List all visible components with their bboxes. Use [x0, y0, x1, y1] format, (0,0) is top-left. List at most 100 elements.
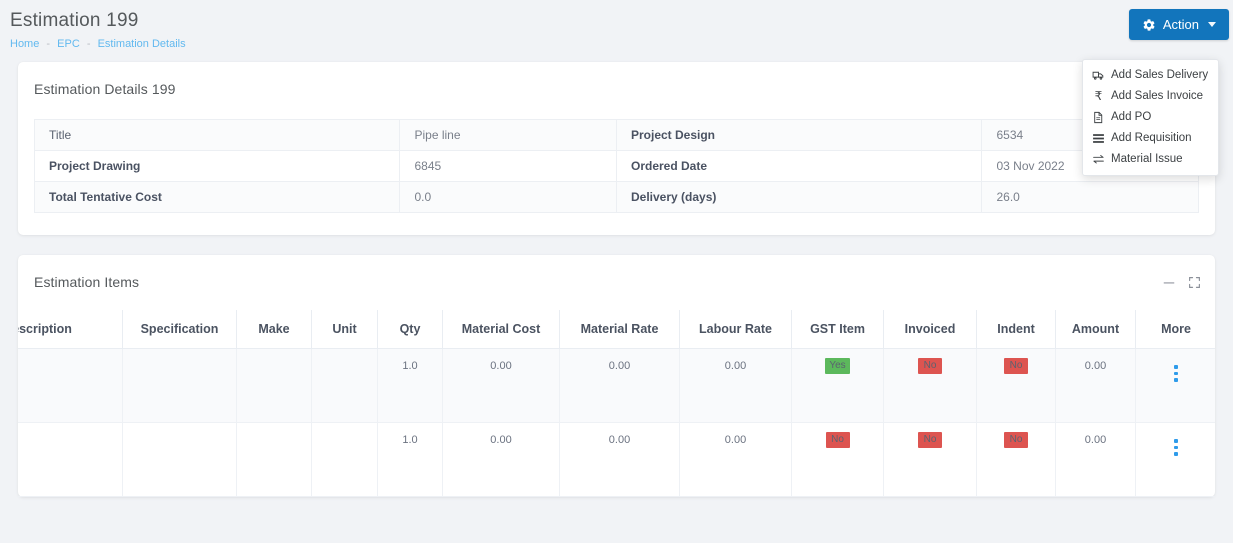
- estimation-items-scroll[interactable]: Description Specification Make Unit Qty …: [18, 310, 1215, 497]
- cell-indent: No: [976, 421, 1056, 497]
- page-title: Estimation 199: [10, 10, 139, 31]
- list-stack-icon: [1092, 132, 1105, 145]
- column-header-more[interactable]: More: [1135, 310, 1215, 349]
- breadcrumb-separator: -: [86, 38, 91, 50]
- expand-icon[interactable]: [1188, 276, 1201, 289]
- cell-description: Elbow: [18, 421, 123, 497]
- table-row: Project Drawing 6845 Ordered Date 03 Nov…: [33, 150, 1199, 182]
- menu-item-label: Add Sales Delivery: [1111, 69, 1209, 81]
- cell-material-cost: 0.00: [442, 347, 560, 423]
- action-menu-container: Action Add Sales Delivery ₹ Add Sales In…: [1082, 9, 1229, 176]
- kebab-menu-icon[interactable]: [1174, 439, 1178, 456]
- breadcrumb-item-estimation-details[interactable]: Estimation Details: [98, 38, 186, 50]
- column-header-amount[interactable]: Amount: [1055, 310, 1136, 349]
- column-header-unit[interactable]: Unit: [311, 310, 378, 349]
- cell-unit: [311, 347, 378, 423]
- status-badge: No: [918, 357, 942, 374]
- menu-item-label: Add Requisition: [1111, 132, 1192, 144]
- column-header-qty[interactable]: Qty: [377, 310, 443, 349]
- cell-description: Pipe: [18, 347, 123, 423]
- page-header: Estimation 199 Home - EPC - Estimation D…: [0, 0, 1233, 176]
- breadcrumb-item-home[interactable]: Home: [10, 38, 39, 50]
- column-header-make[interactable]: Make: [236, 310, 312, 349]
- estimation-items-card: Estimation Items Descri: [18, 255, 1215, 497]
- gear-icon: [1142, 18, 1156, 32]
- kebab-menu-icon[interactable]: [1174, 365, 1178, 382]
- cell-labour-rate: 0.00: [679, 347, 792, 423]
- detail-value-total-tentative-cost: 0.0: [399, 181, 617, 213]
- menu-item-add-sales-delivery[interactable]: Add Sales Delivery: [1083, 65, 1218, 86]
- cell-amount: 0.00: [1055, 421, 1136, 497]
- table-row: Pipe 1.0 0.00 0.00 0.00 Yes No No: [18, 347, 1215, 423]
- estimation-details-card: Estimation Details 199 Title Pipe line P…: [18, 62, 1215, 235]
- cell-labour-rate: 0.00: [679, 421, 792, 497]
- truck-icon: [1092, 69, 1105, 82]
- cell-qty: 1.0: [377, 421, 443, 497]
- cell-specification: [122, 347, 237, 423]
- menu-item-add-sales-invoice[interactable]: ₹ Add Sales Invoice: [1083, 86, 1218, 107]
- estimation-items-header: Estimation Items: [18, 255, 1215, 290]
- action-dropdown-menu: Add Sales Delivery ₹ Add Sales Invoice A…: [1082, 59, 1219, 176]
- menu-item-material-issue[interactable]: Material Issue: [1083, 149, 1218, 170]
- table-row: Elbow 1.0 0.00 0.00 0.00 No No No: [18, 421, 1215, 497]
- cell-more: [1135, 347, 1215, 423]
- action-button[interactable]: Action: [1128, 9, 1229, 40]
- column-header-material-cost[interactable]: Material Cost: [442, 310, 560, 349]
- table-row: Title Pipe line Project Design 6534: [33, 119, 1199, 151]
- column-header-specification[interactable]: Specification: [122, 310, 237, 349]
- column-header-labour-rate[interactable]: Labour Rate: [679, 310, 792, 349]
- detail-label-delivery-days: Delivery (days): [615, 181, 983, 213]
- menu-item-add-po[interactable]: Add PO: [1083, 107, 1218, 128]
- cell-make: [236, 347, 312, 423]
- cell-amount: 0.00: [1055, 347, 1136, 423]
- action-button-label: Action: [1162, 17, 1199, 32]
- breadcrumb-separator: -: [46, 38, 51, 50]
- cell-material-rate: 0.00: [559, 347, 680, 423]
- cell-gst-item: Yes: [791, 347, 884, 423]
- menu-item-add-requisition[interactable]: Add Requisition: [1083, 128, 1218, 149]
- table-row: Total Tentative Cost 0.0 Delivery (days)…: [33, 181, 1199, 213]
- detail-value-delivery-days: 26.0: [981, 181, 1199, 213]
- estimation-details-table: Title Pipe line Project Design 6534 Proj…: [33, 119, 1199, 213]
- cell-material-rate: 0.00: [559, 421, 680, 497]
- rupee-icon: ₹: [1094, 89, 1103, 103]
- detail-label-total-tentative-cost: Total Tentative Cost: [33, 181, 401, 213]
- estimation-items-table: Description Specification Make Unit Qty …: [18, 310, 1215, 497]
- detail-value-title: Pipe line: [399, 119, 617, 151]
- breadcrumb: Home - EPC - Estimation Details: [10, 37, 1233, 51]
- status-badge: No: [825, 431, 850, 448]
- detail-label-project-design: Project Design: [615, 119, 983, 151]
- detail-value-project-drawing: 6845: [399, 150, 617, 182]
- breadcrumb-item-epc[interactable]: EPC: [57, 38, 80, 50]
- column-header-gst-item[interactable]: GST Item: [791, 310, 884, 349]
- table-header-row: Description Specification Make Unit Qty …: [18, 310, 1215, 349]
- estimation-details-table-wrap: Title Pipe line Project Design 6534 Proj…: [18, 97, 1215, 235]
- minimize-icon[interactable]: [1163, 277, 1175, 289]
- cell-invoiced: No: [883, 421, 977, 497]
- cell-indent: No: [976, 347, 1056, 423]
- estimation-details-title: Estimation Details 199: [34, 81, 176, 97]
- status-badge: No: [1004, 357, 1028, 374]
- status-badge: No: [918, 431, 942, 448]
- column-header-indent[interactable]: Indent: [976, 310, 1056, 349]
- exchange-arrows-icon: [1092, 153, 1105, 166]
- card-tools: [1163, 255, 1201, 289]
- column-header-material-rate[interactable]: Material Rate: [559, 310, 680, 349]
- file-icon: [1092, 111, 1105, 124]
- menu-item-label: Add Sales Invoice: [1111, 90, 1204, 102]
- cell-material-cost: 0.00: [442, 421, 560, 497]
- detail-label-project-drawing: Project Drawing: [33, 150, 401, 182]
- cell-invoiced: No: [883, 347, 977, 423]
- cell-make: [236, 421, 312, 497]
- column-header-invoiced[interactable]: Invoiced: [883, 310, 977, 349]
- cell-gst-item: No: [791, 421, 884, 497]
- menu-item-label: Add PO: [1111, 111, 1152, 123]
- detail-label-ordered-date: Ordered Date: [615, 150, 983, 182]
- status-badge: No: [1004, 431, 1028, 448]
- column-header-description[interactable]: Description: [18, 310, 123, 349]
- cell-specification: [122, 421, 237, 497]
- chevron-down-icon: [1208, 22, 1216, 27]
- cell-more: [1135, 421, 1215, 497]
- cell-qty: 1.0: [377, 347, 443, 423]
- detail-label-title: Title: [33, 119, 401, 151]
